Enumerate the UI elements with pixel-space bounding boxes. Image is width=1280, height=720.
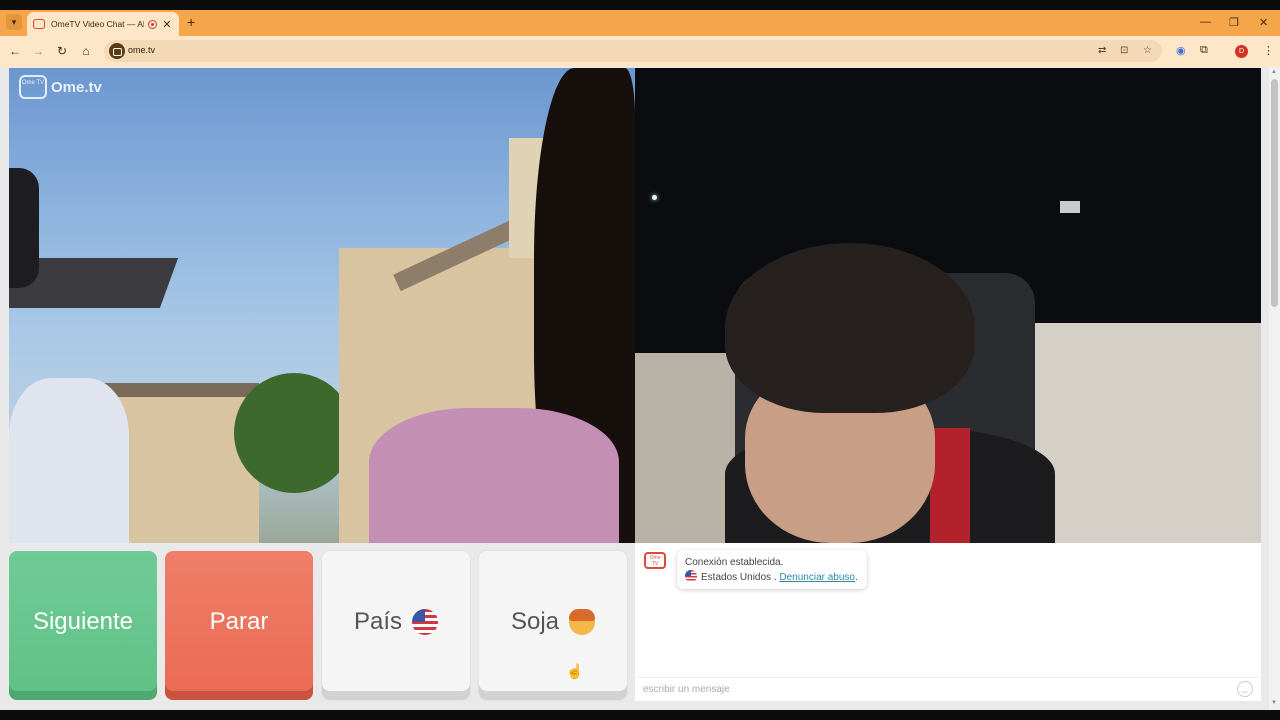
tab-title: OmeTV Video Chat — Alter [51, 19, 144, 29]
translate-icon[interactable]: ⇄ [1098, 45, 1106, 56]
trailing-period: . [855, 572, 858, 583]
connection-status: Conexión establecida. [685, 557, 784, 568]
room-light [652, 195, 657, 200]
scrollbar-thumb[interactable] [1271, 79, 1278, 307]
extensions-icon[interactable]: ⧉ [1200, 44, 1208, 57]
bookmark-star-icon[interactable]: ☆ [1143, 45, 1152, 56]
hand-cursor-icon: ☝ [566, 663, 584, 679]
country-filter-button[interactable]: País [322, 551, 470, 700]
stranger-country: Estados Unidos [701, 572, 772, 583]
person-left-edge [9, 378, 129, 543]
message-input[interactable] [635, 677, 1261, 701]
install-app-icon[interactable]: ⊡ [1120, 45, 1128, 56]
emoji-picker-icon[interactable] [1237, 681, 1253, 697]
tab-ometv[interactable]: OmeTV Video Chat — Alter ✕ [27, 12, 179, 36]
reload-button[interactable]: ↻ [54, 44, 70, 58]
us-flag-icon [412, 608, 439, 635]
screen-top-border [0, 0, 1280, 10]
scroll-up-arrow-icon[interactable]: ▲ [1271, 69, 1277, 75]
minimize-button[interactable]: — [1200, 16, 1211, 28]
browser-toolbar: ← → ↻ ⌂ ome.tv ⇄ ⊡ ☆ ◉ ⧉ D ⋮ [0, 36, 1280, 67]
screen-bottom-border [0, 710, 1280, 720]
wall-device [1060, 201, 1080, 213]
restore-button[interactable]: ❐ [1229, 16, 1239, 29]
tv-favicon-icon [33, 19, 45, 29]
scroll-down-arrow-icon[interactable]: ▼ [1271, 700, 1277, 706]
tab-search-dropdown[interactable]: ▾ [6, 14, 22, 30]
menu-kebab-icon[interactable]: ⋮ [1263, 44, 1274, 57]
profile-avatar[interactable]: D [1235, 45, 1248, 58]
stop-button-label: Parar [209, 607, 269, 635]
next-button-label: Siguiente [32, 607, 134, 635]
stop-button[interactable]: Parar [165, 551, 313, 700]
read-aloud-icon[interactable]: ◉ [1176, 44, 1186, 57]
site-info-icon[interactable] [109, 43, 125, 59]
new-tab-button[interactable]: + [187, 14, 195, 30]
report-abuse-link[interactable]: Denunciar abuso [779, 572, 855, 583]
chair-red-trim [930, 428, 970, 543]
address-bar[interactable]: ome.tv ⇄ ⊡ ☆ [104, 40, 1162, 62]
gender-filter-button[interactable]: Soja [479, 551, 627, 700]
tree [234, 373, 354, 493]
logo-text: Ome.tv [51, 78, 102, 96]
forward-button[interactable]: → [30, 44, 46, 58]
next-button[interactable]: Siguiente [9, 551, 157, 700]
url-text[interactable]: ome.tv [128, 45, 155, 55]
boy-emoji-icon [569, 608, 596, 635]
gender-button-label: Soja [510, 607, 560, 635]
page-scrollbar[interactable]: ▲ ▼ [1269, 67, 1280, 710]
back-button[interactable]: ← [7, 44, 23, 58]
ometv-page: Ome TV Ome.tv Siguiente Parar País Soja … [0, 67, 1280, 710]
us-flag-icon [685, 570, 697, 582]
local-video: Ome TV Ome.tv [9, 68, 635, 543]
tv-logo-icon: Ome TV [19, 75, 47, 99]
country-button-label: País [353, 607, 403, 635]
home-button[interactable]: ⌂ [78, 44, 94, 58]
window-close-button[interactable]: ✕ [1259, 16, 1268, 29]
system-message-bubble: Conexión establecida. Estados Unidos . D… [677, 550, 867, 589]
tab-strip: ▾ OmeTV Video Chat — Alter ✕ + — ❐ ✕ [0, 10, 1280, 36]
stranger-hair [725, 243, 975, 413]
stranger-country-line: Estados Unidos . Denunciar abuso. [685, 570, 859, 585]
foreground-object [9, 168, 39, 288]
stranger-video [635, 68, 1261, 543]
recording-indicator-icon [148, 19, 157, 29]
tab-close-button[interactable]: ✕ [161, 18, 173, 31]
local-user-shirt [369, 408, 619, 543]
ometv-logo[interactable]: Ome TV Ome.tv [19, 75, 102, 99]
chat-tv-logo-icon: Ome TV [644, 552, 666, 569]
